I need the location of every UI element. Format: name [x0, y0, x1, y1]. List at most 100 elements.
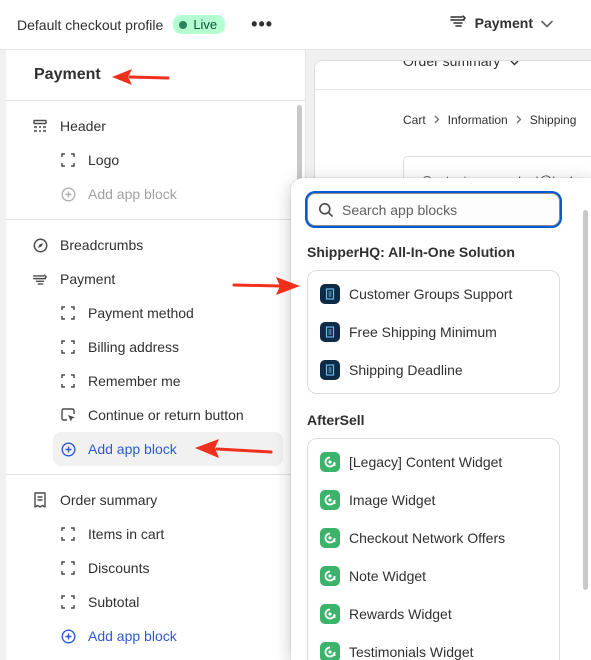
page-selector-label: Payment — [474, 14, 533, 31]
sidebar-item-label: Logo — [88, 152, 120, 168]
sidebar-item-order-summary[interactable]: Order summary — [6, 483, 305, 517]
block-dashed-icon — [60, 560, 76, 576]
live-dot-icon — [179, 20, 188, 29]
app-block-customer-groups-support[interactable]: Customer Groups Support — [308, 275, 559, 313]
app-block-label: Image Widget — [349, 492, 436, 508]
breadcrumb: Cart Information Shipping — [403, 113, 576, 127]
order-summary-toggle[interactable]: Order summary — [403, 60, 519, 69]
sidebar-item-discounts[interactable]: Discounts — [6, 551, 305, 585]
annotation-arrow-icon — [195, 439, 273, 458]
sidebar-item-continue-button[interactable]: Continue or return button — [6, 398, 305, 432]
app-block-label: [Legacy] Content Widget — [349, 454, 503, 470]
plus-circle-icon — [60, 441, 76, 457]
block-dashed-icon — [60, 305, 76, 321]
sidebar-item-label: Items in cart — [88, 526, 165, 542]
more-actions-button[interactable]: ••• — [251, 14, 273, 35]
shipperhq-app-icon — [320, 360, 340, 380]
preview-divider — [315, 89, 591, 90]
plus-circle-icon — [60, 628, 76, 644]
app-block-label: Free Shipping Minimum — [349, 324, 497, 340]
block-dashed-icon — [60, 594, 76, 610]
add-app-block-button-header[interactable]: Add app block — [6, 177, 305, 211]
breadcrumb-information[interactable]: Information — [448, 113, 508, 127]
compass-icon — [32, 237, 48, 253]
chevron-down-icon — [510, 61, 519, 69]
search-field[interactable] — [307, 193, 560, 226]
app-group-title-aftersell: AfterSell — [307, 412, 365, 428]
sidebar-item-label: Add app block — [88, 628, 177, 644]
app-block-image-widget[interactable]: Image Widget — [308, 481, 559, 519]
sidebar-item-label: Discounts — [88, 560, 150, 576]
block-dashed-icon — [60, 526, 76, 542]
aftersell-app-icon — [320, 642, 340, 660]
status-badge: Live — [173, 15, 226, 34]
search-input[interactable] — [342, 201, 542, 218]
sidebar-item-items-in-cart[interactable]: Items in cart — [6, 517, 305, 551]
popover-scrollbar[interactable] — [583, 210, 588, 590]
app-block-label: Shipping Deadline — [349, 362, 463, 378]
aftersell-app-icon — [320, 452, 340, 472]
chevron-down-icon — [541, 15, 553, 31]
sidebar-item-label: Order summary — [60, 492, 158, 508]
breadcrumb-cart[interactable]: Cart — [403, 113, 426, 127]
sidebar-item-label: Payment method — [88, 305, 194, 321]
sidebar-item-label: Add app block — [88, 186, 177, 202]
app-block-label: Checkout Network Offers — [349, 530, 506, 546]
sidebar-item-breadcrumbs[interactable]: Breadcrumbs — [6, 228, 305, 262]
app-block-popover: ShipperHQ: All-In-One Solution Customer … — [291, 178, 591, 660]
shipperhq-app-icon — [320, 322, 340, 342]
app-block-label: Note Widget — [349, 568, 427, 584]
block-dashed-icon — [60, 152, 76, 168]
sidebar-item-label: Remember me — [88, 373, 181, 389]
search-icon — [318, 202, 334, 218]
sidebar-item-subtotal[interactable]: Subtotal — [6, 585, 305, 619]
order-summary-label: Order summary — [403, 60, 501, 69]
plus-circle-icon — [60, 186, 76, 202]
app-group-shipperhq: Customer Groups Support Free Shipping Mi… — [307, 270, 560, 394]
page-selector[interactable]: Payment — [449, 14, 553, 31]
breadcrumb-shipping[interactable]: Shipping — [530, 113, 577, 127]
sidebar-item-label: Breadcrumbs — [60, 237, 144, 253]
block-dashed-icon — [60, 373, 76, 389]
chevron-right-icon — [434, 113, 440, 127]
app-block-label: Testimonials Widget — [349, 644, 474, 660]
sidebar-item-logo[interactable]: Logo — [6, 143, 305, 177]
app-block-note-widget[interactable]: Note Widget — [308, 557, 559, 595]
payment-icon — [32, 271, 48, 287]
app-block-legacy-content-widget[interactable]: [Legacy] Content Widget — [308, 443, 559, 481]
sidebar-item-header[interactable]: Header — [6, 109, 305, 143]
sidebar-item-label: Add app block — [88, 441, 177, 457]
sidebar-item-billing-address[interactable]: Billing address — [6, 330, 305, 364]
chevron-right-icon — [516, 113, 522, 127]
aftersell-app-icon — [320, 604, 340, 624]
top-bar: Default checkout profile Live ••• Paymen… — [0, 0, 591, 50]
cursor-button-icon — [60, 407, 76, 423]
annotation-arrow-icon — [232, 277, 300, 295]
sidebar-item-label: Subtotal — [88, 594, 140, 610]
aftersell-app-icon — [320, 566, 340, 586]
shipperhq-app-icon — [320, 284, 340, 304]
sidebar-section-order-summary: Order summary Items in cart Discounts Su… — [6, 475, 305, 660]
sidebar-section-header: Header Logo Add app block — [6, 101, 305, 220]
app-block-testimonials-widget[interactable]: Testimonials Widget — [308, 633, 559, 660]
add-app-block-button-order-summary[interactable]: Add app block — [6, 619, 305, 653]
aftersell-app-icon — [320, 528, 340, 548]
profile-name: Default checkout profile — [17, 16, 164, 33]
block-dashed-icon — [60, 339, 76, 355]
header-layout-icon — [32, 118, 48, 134]
payment-icon — [449, 14, 467, 31]
app-block-free-shipping-minimum[interactable]: Free Shipping Minimum — [308, 313, 559, 351]
sidebar-item-remember-me[interactable]: Remember me — [6, 364, 305, 398]
app-group-aftersell: [Legacy] Content Widget Image Widget Che… — [307, 438, 560, 660]
app-block-checkout-network-offers[interactable]: Checkout Network Offers — [308, 519, 559, 557]
sidebar-item-label: Billing address — [88, 339, 180, 355]
sidebar-item-payment-method[interactable]: Payment method — [6, 296, 305, 330]
app-block-shipping-deadline[interactable]: Shipping Deadline — [308, 351, 559, 389]
app-block-rewards-widget[interactable]: Rewards Widget — [308, 595, 559, 633]
sidebar-item-label: Payment — [60, 271, 116, 287]
app-group-title-shipperhq: ShipperHQ: All-In-One Solution — [307, 244, 515, 260]
annotation-arrow-icon — [112, 69, 170, 85]
sidebar-title-label: Payment — [34, 66, 101, 83]
sidebar: Payment Header Logo Add app block Breadc… — [6, 50, 306, 660]
aftersell-app-icon — [320, 490, 340, 510]
